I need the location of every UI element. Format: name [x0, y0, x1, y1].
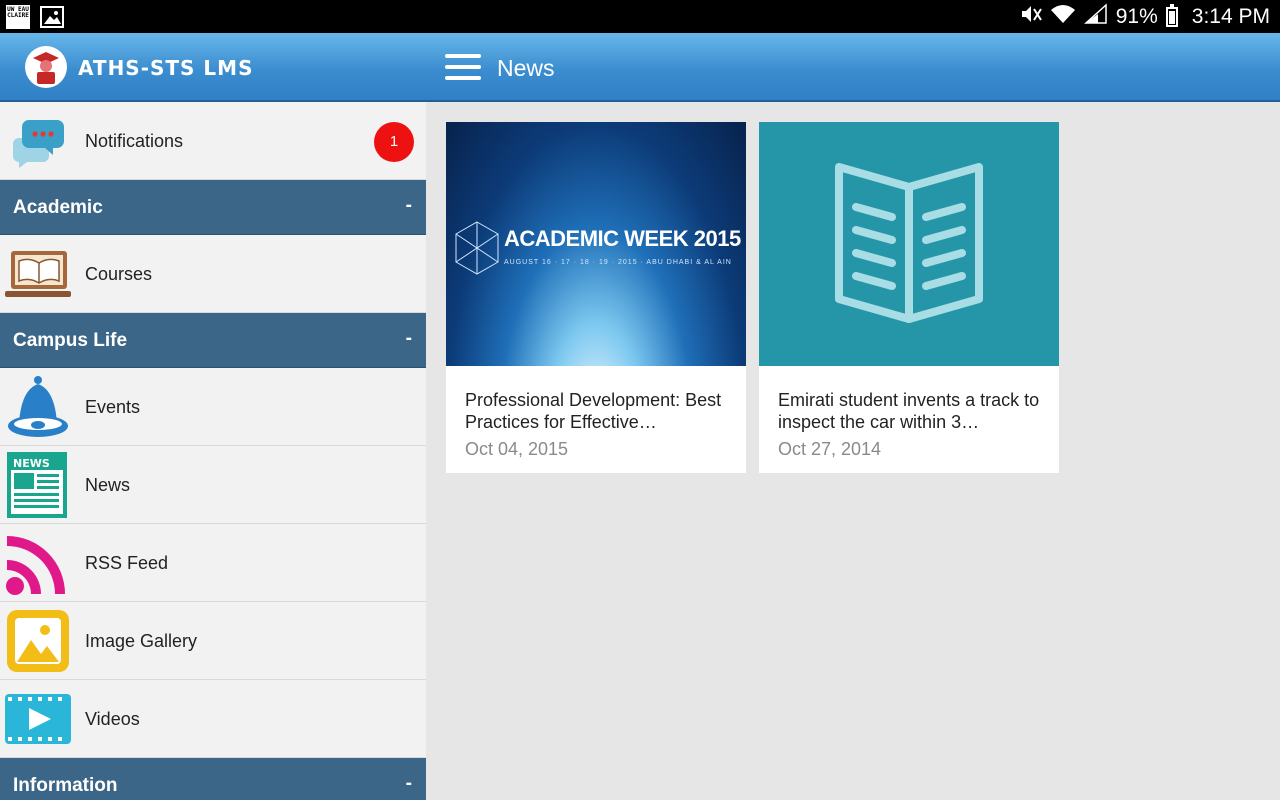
section-header-information[interactable]: Information - — [0, 758, 426, 800]
navigation-drawer: Notifications 1 Academic - Courses Campu… — [0, 102, 426, 800]
rss-icon — [5, 530, 71, 596]
news-image: ACADEMIC WEEK 2015 AUGUST 16 · 17 · 18 ·… — [446, 122, 746, 366]
page-title: News — [497, 55, 555, 81]
section-title: Information — [13, 775, 118, 796]
news-image — [759, 122, 1059, 366]
news-image-subtitle: AUGUST 16 · 17 · 18 · 19 · 2015 · ABU DH… — [504, 259, 732, 266]
sidebar-item-label: Courses — [85, 264, 153, 284]
status-bar: UW EAU CLAIRE 91% 3:14 PM — [0, 0, 1280, 33]
open-book-icon — [835, 163, 983, 323]
video-icon — [5, 686, 71, 752]
notification-badge: 1 — [374, 122, 414, 162]
battery-icon — [1165, 4, 1178, 27]
collapse-toggle[interactable]: - — [406, 773, 412, 795]
sidebar-item-label: Videos — [85, 709, 140, 729]
menu-icon[interactable] — [445, 54, 481, 80]
laptop-book-icon — [5, 241, 71, 307]
app-title: ATHS-STS LMS — [78, 56, 254, 80]
collapse-toggle[interactable]: - — [406, 195, 412, 217]
sidebar-item-label: Image Gallery — [85, 631, 198, 651]
chat-bubbles-icon — [5, 108, 71, 174]
sidebar-item-label: RSS Feed — [85, 553, 169, 573]
news-title: Professional Development: Best Practices… — [465, 390, 722, 432]
news-card[interactable]: ACADEMIC WEEK 2015 AUGUST 16 · 17 · 18 ·… — [446, 122, 746, 473]
sidebar-item-videos[interactable]: Videos — [0, 680, 426, 758]
uw-eau-claire-logo-icon: UW EAU CLAIRE — [6, 5, 30, 29]
section-header-academic[interactable]: Academic - — [0, 180, 426, 235]
collapse-toggle[interactable]: - — [406, 328, 412, 350]
mute-icon — [1020, 3, 1042, 31]
sidebar-item-image-gallery[interactable]: Image Gallery — [0, 602, 426, 680]
sidebar-item-label: Notifications — [85, 131, 184, 151]
news-list: ACADEMIC WEEK 2015 AUGUST 16 · 17 · 18 ·… — [426, 102, 1280, 800]
svg-text:NEWS: NEWS — [13, 457, 50, 470]
sidebar-item-label: News — [85, 475, 131, 495]
wifi-icon — [1050, 3, 1076, 31]
image-gallery-icon — [5, 608, 71, 674]
clock: 3:14 PM — [1191, 5, 1270, 28]
signal-icon — [1083, 3, 1108, 31]
bell-icon — [5, 374, 71, 440]
app-bar: ATHS-STS LMS News — [0, 33, 1280, 102]
section-title: Campus Life — [13, 330, 128, 351]
sidebar-item-label: Events — [85, 397, 141, 417]
image-notification-icon — [40, 6, 64, 28]
section-header-campus-life[interactable]: Campus Life - — [0, 313, 426, 368]
sidebar-item-courses[interactable]: Courses — [0, 235, 426, 313]
app-logo-icon — [25, 46, 67, 88]
news-title: Emirati student invents a track to inspe… — [778, 390, 1040, 432]
news-image-title: ACADEMIC WEEK 2015 — [504, 226, 741, 251]
sidebar-item-news[interactable]: NEWS News — [0, 446, 426, 524]
news-card[interactable]: Emirati student invents a track to inspe… — [759, 122, 1059, 473]
sidebar-item-notifications[interactable]: Notifications 1 — [0, 102, 426, 180]
news-date: Oct 27, 2014 — [778, 439, 882, 459]
news-date: Oct 04, 2015 — [465, 439, 569, 459]
battery-percent: 91% — [1115, 5, 1158, 28]
newspaper-icon: NEWS — [5, 452, 71, 518]
section-title: Academic — [13, 197, 103, 218]
sidebar-item-events[interactable]: Events — [0, 368, 426, 446]
sidebar-item-rss-feed[interactable]: RSS Feed — [0, 524, 426, 602]
